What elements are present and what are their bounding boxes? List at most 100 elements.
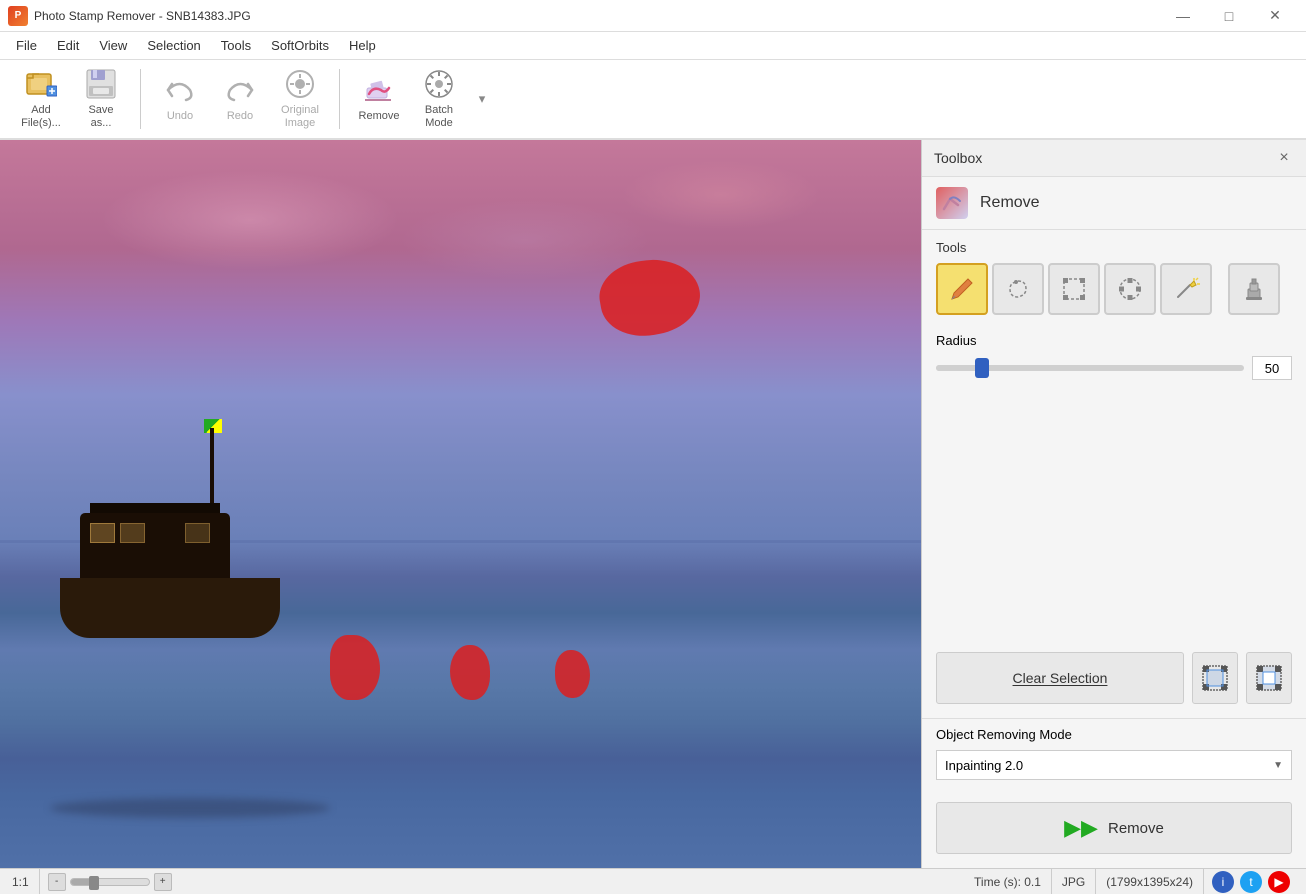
- tool-rect-select-button[interactable]: [1048, 263, 1100, 315]
- window-title: Photo Stamp Remover - SNB14383.JPG: [34, 9, 1160, 23]
- zoom-label: 1:1: [12, 875, 29, 889]
- select-all-button[interactable]: [1192, 652, 1238, 704]
- boat-cabin: [80, 513, 230, 583]
- original-image-label: OriginalImage: [281, 104, 319, 130]
- tool-magic-wand-button[interactable]: [1160, 263, 1212, 315]
- menubar: File Edit View Selection Tools SoftOrbit…: [0, 32, 1306, 60]
- toolbar-group-history: Undo Redo Origin: [147, 65, 333, 133]
- dimensions-label: (1799x1395x24): [1106, 875, 1193, 889]
- toolbar-group-actions: Remove BatchMode: [346, 65, 472, 133]
- radius-section: Radius 50: [922, 325, 1306, 388]
- menu-softorbits[interactable]: SoftOrbits: [263, 34, 337, 57]
- window-controls: — □ ✕: [1160, 0, 1298, 32]
- statusbar: 1:1 - + Time (s): 0.1 JPG (1799x1395x24)…: [0, 868, 1306, 894]
- status-dimensions: (1799x1395x24): [1096, 869, 1204, 894]
- mode-select-dropdown[interactable]: Inpainting 2.0 ▼: [936, 750, 1292, 780]
- radius-slider-thumb[interactable]: [975, 358, 989, 378]
- save-as-label: Saveas...: [88, 104, 113, 130]
- time-label: Time (s): 0.1: [974, 875, 1041, 889]
- zoom-in-button[interactable]: +: [154, 873, 172, 891]
- tool-lasso-button[interactable]: [992, 263, 1044, 315]
- status-time: Time (s): 0.1: [964, 869, 1052, 894]
- mode-dropdown-arrow: ▼: [1273, 760, 1283, 771]
- menu-edit[interactable]: Edit: [49, 34, 87, 57]
- clear-section: Clear Selection: [922, 638, 1306, 718]
- toolbar-separator-1: [140, 69, 141, 129]
- original-image-button[interactable]: OriginalImage: [271, 65, 329, 133]
- tool-ellipse-select-button[interactable]: [1104, 263, 1156, 315]
- boat-mast: [210, 428, 214, 508]
- redo-button[interactable]: Redo: [211, 65, 269, 133]
- red-mark-water-1: [330, 635, 380, 700]
- toolbox-header: Toolbox ×: [922, 140, 1306, 177]
- mode-section: Object Removing Mode Inpainting 2.0 ▼: [922, 718, 1306, 788]
- object-removing-mode-label: Object Removing Mode: [936, 727, 1292, 742]
- remove-action-arrow-icon: ▶▶: [1064, 815, 1098, 841]
- remove-button[interactable]: Remove: [350, 65, 408, 133]
- app-icon: P: [8, 6, 28, 26]
- remove-action-label: Remove: [1108, 820, 1164, 837]
- boat-image: [40, 458, 300, 638]
- toolbar-more-button[interactable]: ▾: [474, 65, 490, 133]
- batch-mode-label: BatchMode: [425, 104, 453, 130]
- tools-row: [936, 263, 1292, 315]
- mode-selected-value: Inpainting 2.0: [945, 758, 1023, 773]
- save-as-button[interactable]: Saveas...: [72, 65, 130, 133]
- add-files-icon: [25, 68, 57, 100]
- format-label: JPG: [1062, 875, 1085, 889]
- tool-brush-button[interactable]: [936, 263, 988, 315]
- toolbar-group-files: AddFile(s)... Saveas...: [8, 65, 134, 133]
- remove-icon: [363, 74, 395, 106]
- original-image-icon: [284, 68, 316, 100]
- radius-label: Radius: [936, 333, 1292, 348]
- toolbox-panel: Toolbox × Remove Tools: [921, 140, 1306, 868]
- menu-selection[interactable]: Selection: [139, 34, 208, 57]
- maximize-button[interactable]: □: [1206, 0, 1252, 32]
- menu-help[interactable]: Help: [341, 34, 384, 57]
- status-zoom-level: 1:1: [8, 869, 40, 894]
- tools-label: Tools: [936, 240, 1292, 255]
- undo-icon: [164, 74, 196, 106]
- batch-mode-icon: [423, 68, 455, 100]
- boat-body: [60, 578, 280, 638]
- batch-mode-button[interactable]: BatchMode: [410, 65, 468, 133]
- toolbox-close-button[interactable]: ×: [1274, 148, 1294, 168]
- main-area: Toolbox × Remove Tools: [0, 140, 1306, 868]
- invert-selection-button[interactable]: [1246, 652, 1292, 704]
- minimize-button[interactable]: —: [1160, 0, 1206, 32]
- remove-section-title: Remove: [980, 194, 1040, 212]
- canvas-area[interactable]: [0, 140, 921, 868]
- close-button[interactable]: ✕: [1252, 0, 1298, 32]
- zoom-slider[interactable]: [70, 878, 150, 886]
- radius-slider[interactable]: [936, 365, 1244, 371]
- remove-action-section: ▶▶ Remove: [922, 788, 1306, 868]
- save-as-icon: [85, 68, 117, 100]
- zoom-slider-thumb[interactable]: [89, 876, 99, 890]
- radius-value[interactable]: 50: [1252, 356, 1292, 380]
- undo-label: Undo: [167, 110, 193, 123]
- add-files-button[interactable]: AddFile(s)...: [12, 65, 70, 133]
- clear-selection-button[interactable]: Clear Selection: [936, 652, 1184, 704]
- toolbar-separator-2: [339, 69, 340, 129]
- info-icon[interactable]: i: [1212, 871, 1234, 893]
- redo-icon: [224, 74, 256, 106]
- remove-section-icon: [936, 187, 968, 219]
- tool-stamp-button[interactable]: [1228, 263, 1280, 315]
- status-social-icons: i t ▶: [1204, 871, 1298, 893]
- remove-label: Remove: [359, 110, 400, 123]
- redo-label: Redo: [227, 110, 253, 123]
- menu-view[interactable]: View: [91, 34, 135, 57]
- twitter-icon[interactable]: t: [1240, 871, 1262, 893]
- titlebar: P Photo Stamp Remover - SNB14383.JPG — □…: [0, 0, 1306, 32]
- tools-section: Tools: [922, 230, 1306, 325]
- remove-action-button[interactable]: ▶▶ Remove: [936, 802, 1292, 854]
- menu-file[interactable]: File: [8, 34, 45, 57]
- menu-tools[interactable]: Tools: [213, 34, 259, 57]
- undo-button[interactable]: Undo: [151, 65, 209, 133]
- remove-section: Remove: [922, 177, 1306, 230]
- youtube-icon[interactable]: ▶: [1268, 871, 1290, 893]
- red-mark-water-3: [555, 650, 590, 698]
- red-mark-water-2: [450, 645, 490, 700]
- image-canvas[interactable]: [0, 140, 921, 868]
- zoom-out-button[interactable]: -: [48, 873, 66, 891]
